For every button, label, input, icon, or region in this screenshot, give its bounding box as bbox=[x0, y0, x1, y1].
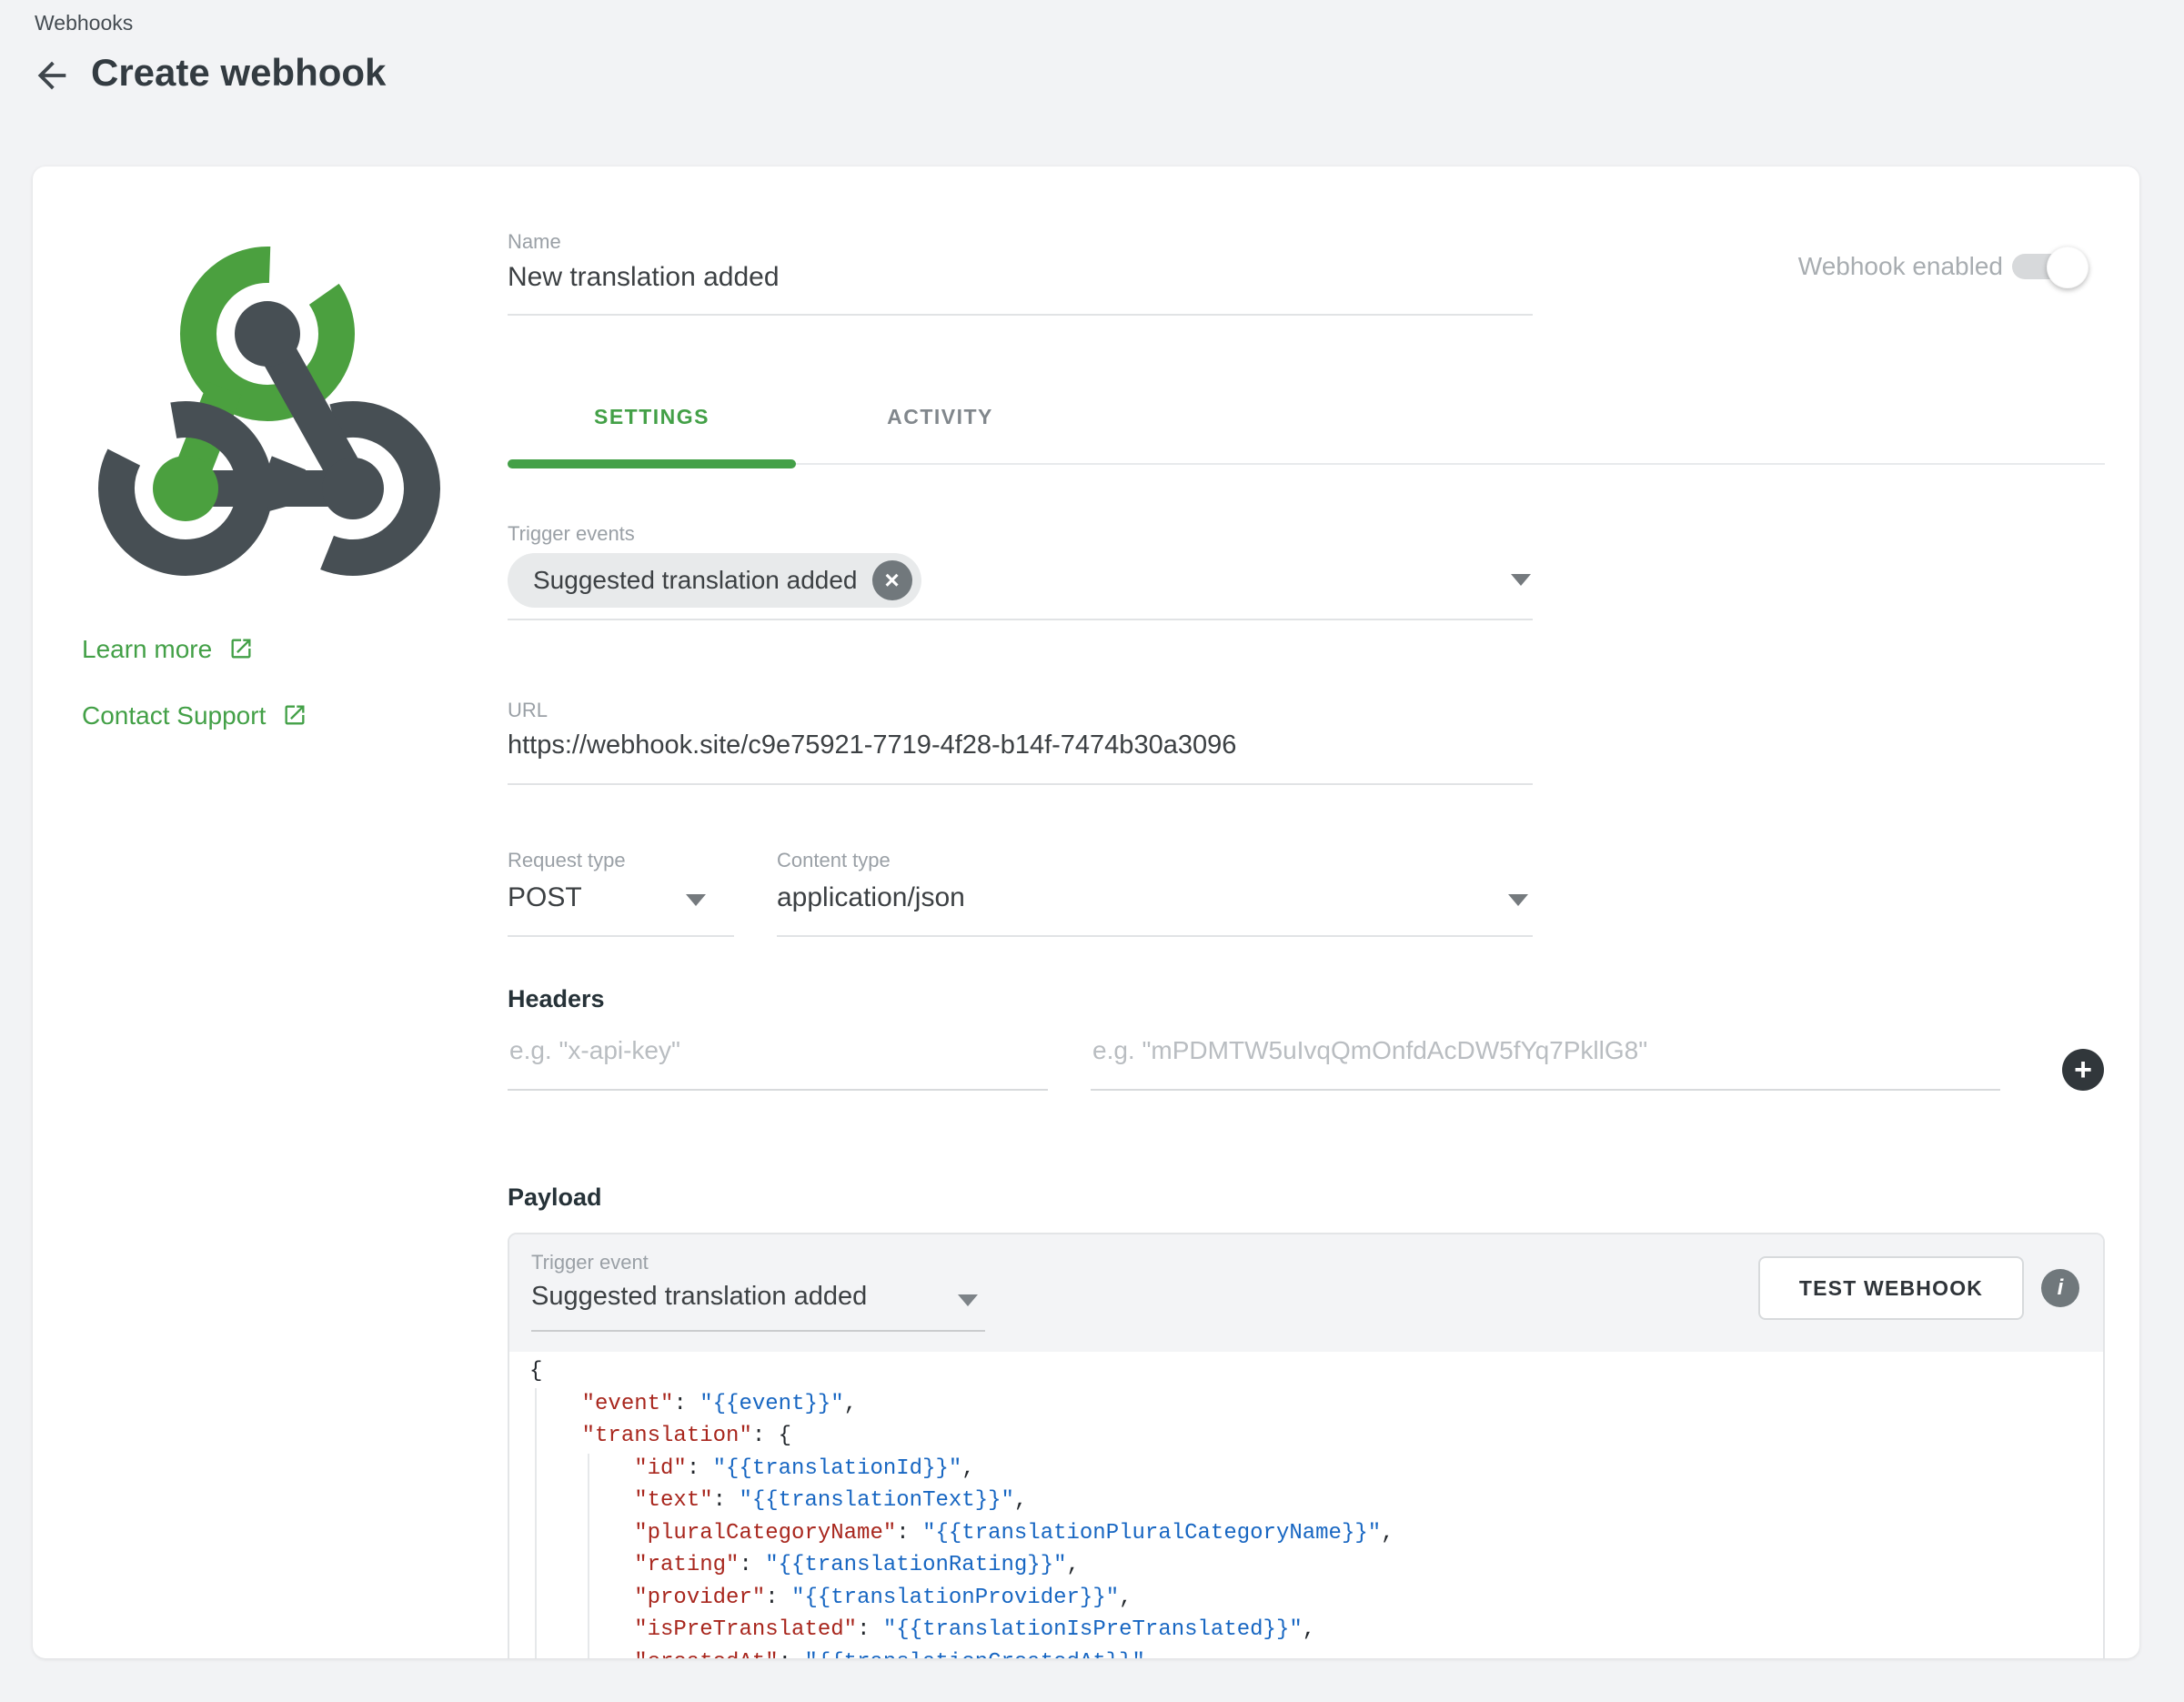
request-type-underline bbox=[508, 935, 734, 937]
payload-header-panel: Trigger event Suggested translation adde… bbox=[509, 1234, 2103, 1354]
payload-code-editor[interactable]: { "event": "{{event}}", "translation": {… bbox=[509, 1352, 2103, 1658]
url-underline bbox=[508, 783, 1533, 785]
webhook-logo bbox=[86, 232, 449, 578]
request-type-label: Request type bbox=[508, 849, 626, 872]
open-in-new-icon bbox=[219, 635, 254, 663]
url-label: URL bbox=[508, 699, 548, 722]
learn-more-link[interactable]: Learn more bbox=[82, 635, 254, 664]
code-line: "rating": "{{translationRating}}", bbox=[529, 1549, 2103, 1582]
headers-section-title: Headers bbox=[508, 985, 605, 1013]
content-type-label: Content type bbox=[777, 849, 891, 872]
code-line: { bbox=[529, 1355, 2103, 1388]
back-button[interactable] bbox=[31, 55, 76, 100]
tab-settings[interactable]: SETTINGS bbox=[508, 405, 796, 429]
trigger-event-chip[interactable]: Suggested translation added × bbox=[508, 553, 921, 608]
code-line: "event": "{{event}}", bbox=[529, 1388, 2103, 1421]
indent-guide bbox=[535, 1388, 537, 1658]
page-title: Create webhook bbox=[91, 51, 386, 95]
open-in-new-icon bbox=[273, 701, 307, 730]
breadcrumb: Webhooks bbox=[35, 11, 133, 35]
trigger-event-underline bbox=[531, 1330, 985, 1332]
code-line: "createdAt": "{{translationCreatedAt}}", bbox=[529, 1647, 2103, 1659]
webhook-enabled-label: Webhook enabled bbox=[1798, 252, 2003, 281]
chevron-down-icon[interactable] bbox=[1511, 574, 1531, 586]
indent-guide bbox=[588, 1454, 589, 1658]
info-glyph: i bbox=[2058, 1275, 2064, 1301]
header-key-underline bbox=[508, 1089, 1048, 1091]
tab-activity[interactable]: ACTIVITY bbox=[796, 405, 1084, 429]
request-type-select[interactable]: POST bbox=[508, 882, 582, 913]
webhook-card: Learn more Contact Support Name New tran… bbox=[33, 166, 2139, 1658]
learn-more-label: Learn more bbox=[82, 635, 212, 663]
create-webhook-screen: Webhooks Create webhook Learn more bbox=[0, 0, 2184, 1702]
contact-support-link[interactable]: Contact Support bbox=[82, 701, 307, 730]
code-line: "isPreTranslated": "{{translationIsPreTr… bbox=[529, 1614, 2103, 1647]
trigger-event-select[interactable]: Suggested translation added bbox=[531, 1282, 867, 1312]
toggle-thumb bbox=[2047, 247, 2088, 288]
code-line: "pluralCategoryName": "{{translationPlur… bbox=[529, 1517, 2103, 1550]
trigger-events-label: Trigger events bbox=[508, 522, 635, 546]
content-type-select[interactable]: application/json bbox=[777, 882, 965, 913]
content-type-underline bbox=[777, 935, 1533, 937]
info-icon[interactable]: i bbox=[2041, 1269, 2079, 1307]
code-line: "translation": { bbox=[529, 1420, 2103, 1453]
trigger-event-label: Trigger event bbox=[531, 1251, 649, 1274]
payload-section-title: Payload bbox=[508, 1183, 602, 1212]
name-input[interactable]: New translation added bbox=[508, 262, 780, 293]
header-key-input[interactable] bbox=[508, 1029, 1052, 1073]
name-underline bbox=[508, 314, 1533, 316]
payload-block: Trigger event Suggested translation adde… bbox=[508, 1233, 2105, 1658]
name-label: Name bbox=[508, 230, 561, 254]
tab-active-indicator bbox=[508, 459, 796, 468]
header-value-underline bbox=[1091, 1089, 2000, 1091]
code-line: "text": "{{translationText}}", bbox=[529, 1485, 2103, 1517]
code-line: "provider": "{{translationProvider}}", bbox=[529, 1582, 2103, 1615]
arrow-left-icon bbox=[31, 85, 73, 100]
chevron-down-icon[interactable] bbox=[1508, 894, 1528, 906]
code-line: "id": "{{translationId}}", bbox=[529, 1453, 2103, 1485]
header-value-input[interactable] bbox=[1091, 1029, 2004, 1073]
trigger-events-underline bbox=[508, 619, 1533, 620]
chip-label: Suggested translation added bbox=[533, 566, 858, 595]
contact-support-label: Contact Support bbox=[82, 701, 266, 730]
payload-code-lines: { "event": "{{event}}", "translation": {… bbox=[529, 1355, 2103, 1658]
url-input[interactable]: https://webhook.site/c9e75921-7719-4f28-… bbox=[508, 730, 1236, 760]
chip-remove-icon[interactable]: × bbox=[872, 560, 912, 600]
add-header-button[interactable]: + bbox=[2062, 1049, 2104, 1091]
chevron-down-icon[interactable] bbox=[686, 894, 706, 906]
test-webhook-button[interactable]: TEST WEBHOOK bbox=[1758, 1256, 2024, 1320]
plus-icon: + bbox=[2074, 1052, 2092, 1088]
webhook-enabled-toggle[interactable] bbox=[2012, 254, 2085, 279]
chevron-down-icon[interactable] bbox=[958, 1294, 978, 1306]
